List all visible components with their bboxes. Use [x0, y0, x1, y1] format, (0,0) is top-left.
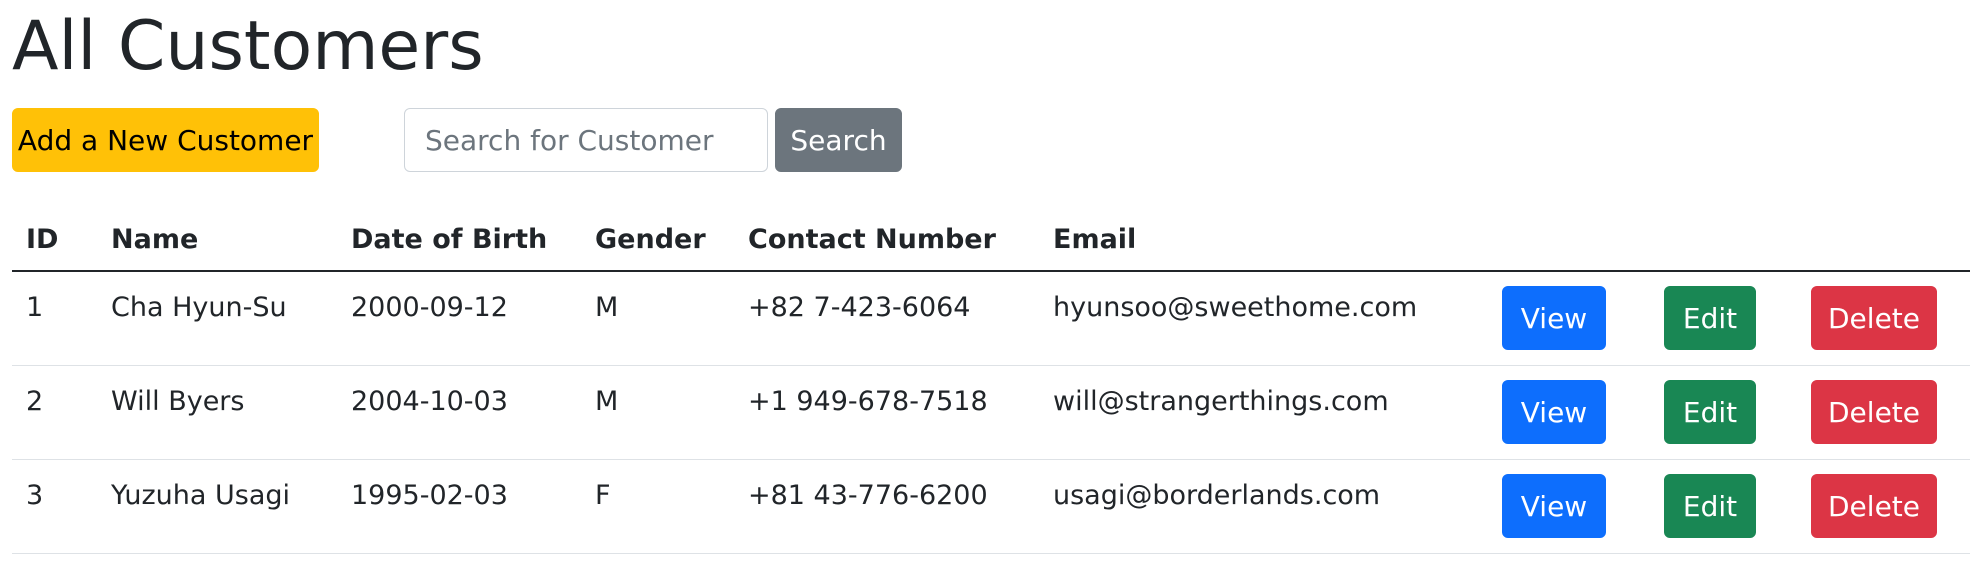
cell-delete: Delete: [1797, 365, 1970, 460]
header-blank-edit: [1650, 208, 1797, 272]
cell-edit: Edit: [1650, 365, 1797, 460]
header-email: Email: [1039, 208, 1488, 272]
page-title: All Customers: [12, 7, 484, 86]
add-customer-button[interactable]: Add a New Customer: [12, 108, 319, 172]
edit-button[interactable]: Edit: [1664, 380, 1756, 444]
table-row: 2 Will Byers 2004-10-03 M +1 949-678-751…: [12, 365, 1970, 460]
cell-email: will@strangerthings.com: [1039, 365, 1488, 460]
cell-view: View: [1488, 365, 1650, 460]
header-name: Name: [97, 208, 337, 272]
cell-gender: M: [581, 271, 734, 366]
cell-name: Yuzuha Usagi: [97, 459, 337, 554]
cell-delete: Delete: [1797, 271, 1970, 366]
delete-button[interactable]: Delete: [1811, 474, 1937, 538]
view-button[interactable]: View: [1502, 286, 1606, 350]
delete-button[interactable]: Delete: [1811, 380, 1937, 444]
cell-dob: 1995-02-03: [337, 459, 581, 554]
cell-name: Cha Hyun-Su: [97, 271, 337, 366]
customers-table: ID Name Date of Birth Gender Contact Num…: [12, 208, 1970, 554]
table-row: 1 Cha Hyun-Su 2000-09-12 M +82 7-423-606…: [12, 271, 1970, 366]
cell-contact: +1 949-678-7518: [734, 365, 1039, 460]
header-id: ID: [12, 208, 97, 272]
delete-button[interactable]: Delete: [1811, 286, 1937, 350]
cell-email: usagi@borderlands.com: [1039, 459, 1488, 554]
cell-dob: 2000-09-12: [337, 271, 581, 366]
search-button[interactable]: Search: [775, 108, 902, 172]
cell-contact: +81 43-776-6200: [734, 459, 1039, 554]
header-dob: Date of Birth: [337, 208, 581, 272]
header-blank-view: [1488, 208, 1650, 272]
header-blank-delete: [1797, 208, 1970, 272]
cell-id: 3: [12, 459, 97, 554]
cell-edit: Edit: [1650, 459, 1797, 554]
view-button[interactable]: View: [1502, 380, 1606, 444]
cell-edit: Edit: [1650, 271, 1797, 366]
cell-id: 1: [12, 271, 97, 366]
edit-button[interactable]: Edit: [1664, 474, 1756, 538]
cell-gender: M: [581, 365, 734, 460]
cell-name: Will Byers: [97, 365, 337, 460]
cell-delete: Delete: [1797, 459, 1970, 554]
cell-email: hyunsoo@sweethome.com: [1039, 271, 1488, 366]
edit-button[interactable]: Edit: [1664, 286, 1756, 350]
header-gender: Gender: [581, 208, 734, 272]
cell-dob: 2004-10-03: [337, 365, 581, 460]
cell-contact: +82 7-423-6064: [734, 271, 1039, 366]
view-button[interactable]: View: [1502, 474, 1606, 538]
table-row: 3 Yuzuha Usagi 1995-02-03 F +81 43-776-6…: [12, 459, 1970, 554]
search-input[interactable]: [404, 108, 768, 172]
header-contact: Contact Number: [734, 208, 1039, 272]
table-header-row: ID Name Date of Birth Gender Contact Num…: [12, 208, 1970, 272]
cell-id: 2: [12, 365, 97, 460]
cell-view: View: [1488, 271, 1650, 366]
cell-gender: F: [581, 459, 734, 554]
cell-view: View: [1488, 459, 1650, 554]
